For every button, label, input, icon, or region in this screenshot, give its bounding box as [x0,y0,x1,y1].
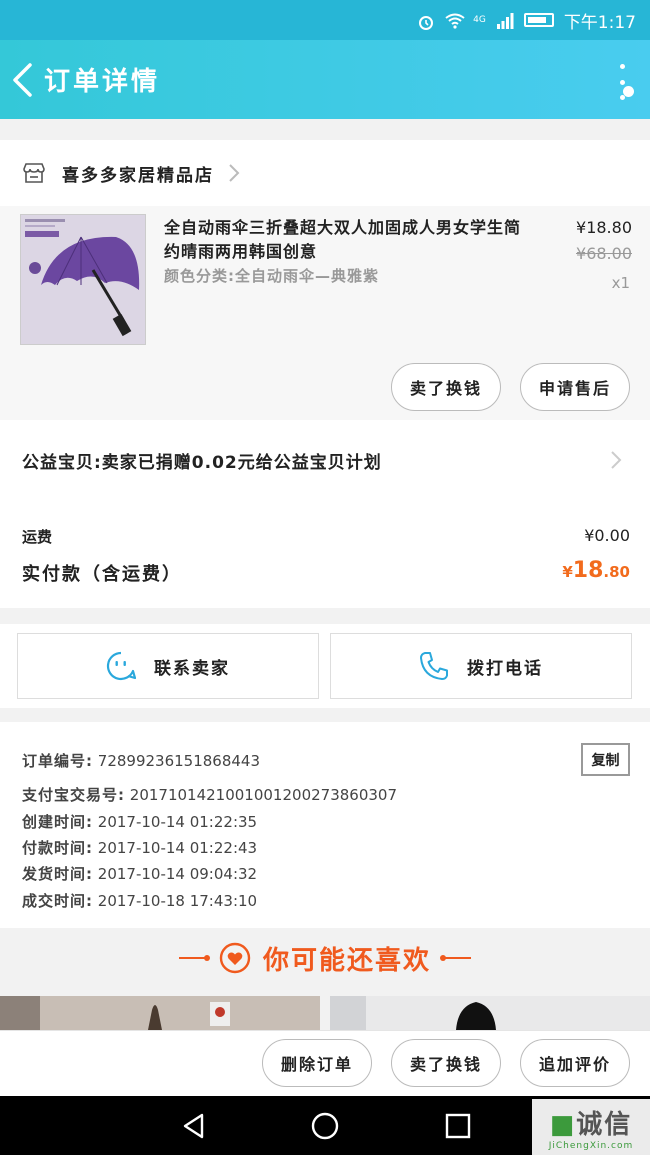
network-type: 4G [473,15,486,25]
paid-amount: ¥18.80 [562,558,630,583]
page-title: 订单详情 [44,67,161,97]
product-variant: 颜色分类:全自动雨伞—典雅紫 [164,267,379,285]
phone-icon [420,652,448,680]
info-key: 发货时间: [22,865,93,883]
notification-dot [623,86,634,97]
info-key: 成交时间: [22,892,93,910]
chat-face-icon [106,651,136,681]
more-vertical-icon [619,64,625,69]
paid-label: 实付款（含运费） [22,564,182,585]
paid-minor: .80 [603,563,630,581]
info-value: 2017-10-14 01:22:43 [97,839,258,857]
product-title: 全自动雨伞三折叠超大双人加固成人男女学生简约晴雨两用韩国创意 [164,218,522,261]
alarm-icon [417,13,435,30]
status-time: 下午1:17 [563,12,636,33]
deal-time-line: 成交时间: 2017-10-18 17:43:10 [22,890,257,911]
sell-for-cash-bottom-button[interactable]: 卖了换钱 [391,1039,501,1087]
sell-for-cash-button[interactable]: 卖了换钱 [391,363,501,411]
info-value: 2017-10-14 09:04:32 [97,865,258,883]
shipping-value: ¥0.00 [584,526,630,545]
copy-button[interactable]: 复制 [581,743,630,776]
product-price: ¥18.80 [576,218,632,237]
wifi-icon [445,13,465,29]
apply-after-sale-button[interactable]: 申请售后 [520,363,630,411]
product-image[interactable] [20,214,146,345]
bottom-action-bar: 删除订单 卖了换钱 追加评价 [0,1030,650,1096]
recommend-header: 你可能还喜欢 [0,928,650,988]
paid-time-line: 付款时间: 2017-10-14 01:22:43 [22,837,257,858]
back-button[interactable] [0,40,44,119]
created-time-line: 创建时间: 2017-10-14 01:22:35 [22,811,257,832]
chevron-right-icon [611,451,622,469]
nav-home-icon[interactable] [311,1112,339,1140]
order-number-line: 订单编号: 72899236151868443 [22,750,260,771]
nav-back-icon[interactable] [180,1112,208,1140]
watermark-site: JiChengXin.com [548,1140,634,1151]
shipping-label: 运费 [22,528,53,546]
info-value: 2017101421001001200273860307 [129,786,397,804]
product-quantity: x1 [611,274,630,292]
recommend-title: 你可能还喜欢 [262,945,431,976]
battery-icon [523,13,554,27]
paid-currency: ¥ [562,563,573,581]
shipped-time-line: 发货时间: 2017-10-14 09:04:32 [22,863,257,884]
heart-icon [219,942,251,974]
contact-row: 联系卖家 拨打电话 [0,624,650,708]
store-icon [23,163,45,183]
back-arrow-icon [13,62,32,97]
charity-row[interactable]: 公益宝贝:卖家已捐赠0.02元给公益宝贝计划 [0,420,650,500]
info-key: 付款时间: [22,839,93,857]
recommend-item-image[interactable] [0,996,320,1030]
app-bar: 订单详情 [0,40,650,119]
add-review-button[interactable]: 追加评价 [520,1039,630,1087]
nav-recents-icon[interactable] [444,1112,472,1140]
info-value: 2017-10-14 01:22:35 [97,813,258,831]
info-key: 创建时间: [22,813,93,831]
recommend-item-image[interactable] [330,996,650,1030]
delete-order-button[interactable]: 删除订单 [262,1039,372,1087]
alipay-trade-line: 支付宝交易号: 2017101421001001200273860307 [22,784,397,805]
system-nav-bar: ■诚信 JiChengXin.com [0,1096,650,1155]
chevron-right-icon [229,164,240,182]
watermark: ■诚信 JiChengXin.com [532,1099,650,1155]
status-bar: 4G 下午1:17 [0,0,650,40]
shop-row[interactable]: 喜多多家居精品店 [0,140,650,206]
info-key: 支付宝交易号: [22,786,125,804]
watermark-brand: ■诚信 [549,1109,633,1140]
decor-line [178,955,210,961]
info-value: 72899236151868443 [97,752,261,770]
recommend-thumbnails [0,996,650,1030]
info-value: 2017-10-18 17:43:10 [97,892,258,910]
product-item[interactable]: 全自动雨伞三折叠超大双人加固成人男女学生简约晴雨两用韩国创意 颜色分类:全自动雨… [0,206,650,420]
contact-seller-label: 联系卖家 [154,658,230,679]
contact-seller-button[interactable]: 联系卖家 [17,633,319,699]
info-key: 订单编号: [22,752,93,770]
paid-major: 18 [572,558,604,583]
payment-summary: 运费 ¥0.00 实付款（含运费） ¥18.80 [0,500,650,608]
call-button[interactable]: 拨打电话 [330,633,632,699]
shop-name: 喜多多家居精品店 [62,165,214,186]
decor-line [440,955,471,961]
signal-icon [496,13,514,29]
product-original-price: ¥68.00 [576,244,632,263]
charity-text: 公益宝贝:卖家已捐赠0.02元给公益宝贝计划 [22,452,382,473]
order-info: 订单编号: 72899236151868443 支付宝交易号: 20171014… [0,722,650,928]
call-label: 拨打电话 [467,658,543,679]
